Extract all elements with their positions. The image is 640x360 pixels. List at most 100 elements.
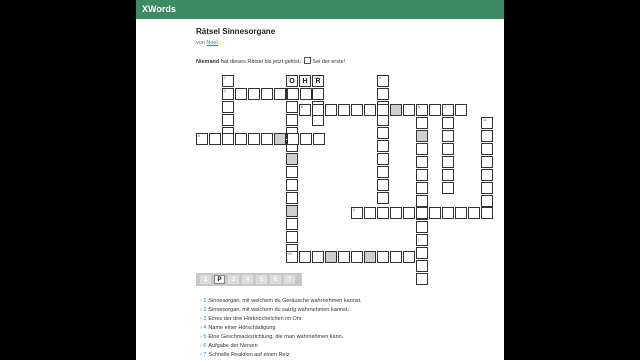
grid-cell[interactable]: [377, 192, 389, 204]
grid-cell[interactable]: [312, 251, 324, 263]
grid-cell[interactable]: [481, 130, 493, 142]
grid-cell[interactable]: [235, 88, 247, 100]
grid-cell[interactable]: [274, 133, 286, 145]
letter-slot[interactable]: 4: [242, 275, 253, 284]
grid-cell[interactable]: [442, 130, 454, 142]
grid-cell[interactable]: [416, 182, 428, 194]
grid-cell[interactable]: [325, 104, 337, 116]
grid-cell[interactable]: [287, 88, 299, 100]
grid-cell[interactable]: [403, 104, 415, 116]
grid-cell[interactable]: [429, 207, 441, 219]
grid-cell[interactable]: [364, 207, 376, 219]
grid-cell[interactable]: [286, 205, 298, 217]
grid-cell[interactable]: [442, 156, 454, 168]
grid-cell[interactable]: [261, 88, 273, 100]
grid-cell[interactable]: [481, 182, 493, 194]
grid-cell[interactable]: 13 R: [312, 75, 324, 87]
grid-cell[interactable]: [377, 251, 389, 263]
grid-cell[interactable]: [286, 153, 298, 165]
grid-cell[interactable]: 6: [299, 104, 311, 116]
grid-cell[interactable]: [416, 221, 428, 233]
grid-cell[interactable]: [377, 104, 389, 116]
grid-cell[interactable]: 7: [442, 104, 454, 116]
grid-cell[interactable]: 9: [351, 207, 363, 219]
grid-cell[interactable]: 8: [416, 104, 428, 116]
grid-cell[interactable]: [222, 101, 234, 113]
letter-slot[interactable]: 7: [284, 275, 295, 284]
grid-cell[interactable]: [416, 156, 428, 168]
letter-slot[interactable]: P: [214, 275, 225, 284]
grid-cell[interactable]: [390, 251, 402, 263]
clue-item[interactable]: › 3 Eines der drei Hörknöchelchen im Ohr.: [200, 315, 500, 324]
grid-cell[interactable]: 1: [222, 75, 234, 87]
grid-cell[interactable]: [429, 104, 441, 116]
grid-cell[interactable]: [300, 133, 312, 145]
grid-cell[interactable]: [377, 207, 389, 219]
letter-slot[interactable]: 1: [200, 275, 211, 284]
grid-cell[interactable]: [209, 133, 221, 145]
grid-cell[interactable]: [481, 207, 493, 219]
grid-cell[interactable]: [313, 133, 325, 145]
grid-cell[interactable]: [299, 251, 311, 263]
grid-cell[interactable]: [403, 251, 415, 263]
grid-cell[interactable]: [481, 143, 493, 155]
grid-cell[interactable]: [286, 231, 298, 243]
letter-slot[interactable]: 6: [270, 275, 281, 284]
grid-cell[interactable]: [442, 117, 454, 129]
grid-cell[interactable]: [377, 166, 389, 178]
clue-item[interactable]: › 4 Name einer Hörschädigung: [200, 324, 500, 333]
grid-cell[interactable]: [442, 207, 454, 219]
clue-item[interactable]: › 5 Eine Geschmacksrichtung, die man wahr…: [200, 333, 500, 342]
grid-cell[interactable]: [364, 251, 376, 263]
grid-cell[interactable]: [377, 153, 389, 165]
grid-cell[interactable]: [377, 179, 389, 191]
clue-item[interactable]: › 1 Sinnesorgan, mit welchem du Geräusche…: [200, 297, 500, 306]
letter-slot[interactable]: 5: [256, 275, 267, 284]
grid-cell[interactable]: [338, 251, 350, 263]
grid-cell[interactable]: [222, 114, 234, 126]
grid-cell[interactable]: [364, 104, 376, 116]
grid-cell[interactable]: [338, 104, 350, 116]
grid-cell[interactable]: 10: [286, 251, 298, 263]
grid-cell[interactable]: [481, 169, 493, 181]
grid-cell[interactable]: [416, 234, 428, 246]
grid-cell[interactable]: [455, 104, 467, 116]
grid-cell[interactable]: [442, 182, 454, 194]
grid-cell[interactable]: [416, 195, 428, 207]
grid-cell[interactable]: [235, 133, 247, 145]
grid-cell[interactable]: [274, 88, 286, 100]
grid-cell[interactable]: [222, 133, 234, 145]
grid-cell[interactable]: [481, 156, 493, 168]
grid-cell[interactable]: [377, 88, 389, 100]
grid-cell[interactable]: [351, 104, 363, 116]
grid-cell[interactable]: [351, 251, 363, 263]
grid-cell[interactable]: [416, 207, 428, 219]
grid-cell[interactable]: [468, 207, 480, 219]
clue-item[interactable]: › 7 Schnelle Reaktion auf einen Reiz: [200, 351, 500, 360]
grid-cell[interactable]: [287, 133, 299, 145]
grid-cell[interactable]: 2O: [286, 75, 298, 87]
grid-cell[interactable]: [248, 133, 260, 145]
clue-item[interactable]: › 6 Aufgabe der Nerven: [200, 342, 500, 351]
grid-cell[interactable]: [416, 117, 428, 129]
grid-cell[interactable]: H: [299, 75, 311, 87]
grid-cell[interactable]: [416, 143, 428, 155]
grid-cell[interactable]: [300, 88, 312, 100]
grid-cell[interactable]: [248, 88, 260, 100]
grid-cell[interactable]: 5: [196, 133, 208, 145]
letter-slot[interactable]: 3: [228, 275, 239, 284]
grid-cell[interactable]: [442, 143, 454, 155]
grid-cell[interactable]: [455, 207, 467, 219]
grid-cell[interactable]: [377, 140, 389, 152]
grid-cell[interactable]: 3: [222, 88, 234, 100]
grid-cell[interactable]: [325, 251, 337, 263]
grid-cell[interactable]: [442, 169, 454, 181]
grid-cell[interactable]: [286, 218, 298, 230]
grid-cell[interactable]: [286, 114, 298, 126]
grid-cell[interactable]: [416, 169, 428, 181]
grid-cell[interactable]: 12: [481, 117, 493, 129]
grid-cell[interactable]: [416, 273, 428, 285]
grid-cell[interactable]: [390, 104, 402, 116]
grid-cell[interactable]: [286, 192, 298, 204]
grid-cell[interactable]: [312, 88, 324, 100]
